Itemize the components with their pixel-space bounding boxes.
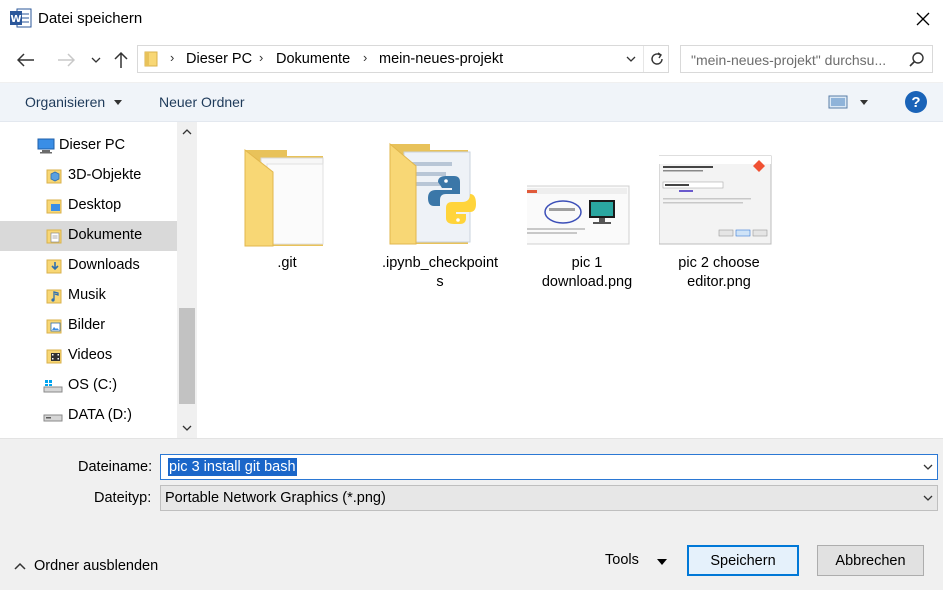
title-bar: W Datei speichern bbox=[0, 0, 943, 38]
arrow-right-icon[interactable] bbox=[53, 47, 79, 73]
sidebar-item-dieser-pc[interactable]: Dieser PC bbox=[0, 131, 177, 161]
sidebar-item-downloads[interactable]: Downloads bbox=[0, 251, 177, 281]
view-options-icon[interactable] bbox=[828, 94, 848, 110]
word-icon: W bbox=[10, 8, 32, 28]
image-thumbnail-icon bbox=[518, 142, 647, 252]
save-panel: Dateiname: pic 3 install git bash Dateit… bbox=[0, 438, 943, 590]
caret-down-icon[interactable] bbox=[114, 100, 122, 105]
address-bar[interactable]: › Dieser PC › Dokumente › mein-neues-pro… bbox=[137, 45, 669, 73]
sidebar-item-label: Desktop bbox=[68, 197, 122, 213]
search-icon[interactable] bbox=[908, 51, 926, 69]
drive-icon bbox=[43, 408, 63, 424]
chevron-down-icon[interactable] bbox=[624, 52, 638, 66]
breadcrumb-separator-icon[interactable]: › bbox=[363, 50, 367, 65]
downloads-folder-icon bbox=[46, 258, 64, 274]
sidebar-item-3d-objekte[interactable]: 3D-Objekte bbox=[0, 161, 177, 191]
navigation-pane: Dieser PC 3D-Objekte Desktop Dokumente D… bbox=[0, 122, 197, 438]
sidebar-item-os-c[interactable]: OS (C:) bbox=[0, 371, 177, 401]
chevron-down-icon[interactable] bbox=[921, 460, 935, 474]
documents-folder-icon bbox=[46, 228, 64, 244]
close-icon[interactable] bbox=[905, 4, 941, 34]
sidebar-item-label: Dokumente bbox=[68, 227, 143, 243]
scroll-up-icon[interactable] bbox=[177, 122, 197, 142]
filetype-select[interactable]: Portable Network Graphics (*.png) bbox=[160, 485, 938, 511]
breadcrumb-separator-icon[interactable]: › bbox=[259, 50, 263, 65]
caret-down-icon[interactable] bbox=[657, 559, 667, 565]
refresh-icon[interactable] bbox=[643, 46, 669, 72]
sidebar-item-label: DATA (D:) bbox=[68, 407, 132, 423]
3d-objects-icon bbox=[46, 168, 64, 184]
search-placeholder: "mein-neues-projekt" durchsu... bbox=[691, 52, 887, 68]
window-title: Datei speichern bbox=[38, 10, 143, 27]
filetype-value: Portable Network Graphics (*.png) bbox=[165, 490, 386, 506]
help-icon[interactable]: ? bbox=[905, 91, 927, 113]
arrow-up-icon[interactable] bbox=[108, 47, 134, 73]
breadcrumb-separator-icon: › bbox=[170, 50, 175, 65]
file-item-git[interactable]: .git bbox=[227, 122, 347, 282]
sidebar-item-dokumente[interactable]: Dokumente bbox=[0, 221, 177, 251]
sidebar-item-musik[interactable]: Musik bbox=[0, 281, 177, 311]
computer-icon bbox=[36, 138, 55, 154]
sidebar-item-label: Dieser PC bbox=[59, 137, 126, 153]
chevron-up-icon bbox=[14, 562, 26, 570]
folder-icon bbox=[227, 142, 347, 252]
chevron-down-icon[interactable] bbox=[921, 491, 935, 505]
file-name: .ipynb_checkpoints bbox=[381, 255, 499, 290]
cancel-button[interactable]: Abbrechen bbox=[817, 545, 924, 576]
sidebar-item-label: Downloads bbox=[68, 257, 140, 273]
videos-folder-icon bbox=[46, 348, 64, 364]
file-name: pic 2 choose editor.png bbox=[678, 255, 760, 290]
sidebar-item-label: Videos bbox=[68, 347, 113, 363]
file-item-ipynb-checkpoints[interactable]: .ipynb_checkpoints bbox=[380, 122, 500, 302]
music-folder-icon bbox=[46, 288, 64, 304]
python-folder-icon bbox=[380, 142, 500, 252]
tools-menu-button[interactable]: Tools bbox=[605, 552, 639, 568]
search-input[interactable]: "mein-neues-projekt" durchsu... bbox=[680, 45, 933, 73]
hide-folders-label: Ordner ausblenden bbox=[34, 558, 159, 574]
scroll-down-icon[interactable] bbox=[177, 418, 197, 438]
sidebar-item-label: 3D-Objekte bbox=[68, 167, 142, 183]
sidebar-item-label: Bilder bbox=[68, 317, 106, 333]
file-name: pic 1 download.png bbox=[541, 255, 633, 290]
desktop-folder-icon bbox=[46, 198, 64, 214]
sidebar-item-videos[interactable]: Videos bbox=[0, 341, 177, 371]
image-thumbnail-icon bbox=[658, 142, 779, 252]
file-name: .git bbox=[277, 255, 297, 271]
sidebar-item-label: OS (C:) bbox=[68, 377, 118, 393]
sidebar-item-label: Musik bbox=[68, 287, 106, 303]
filename-label: Dateiname: bbox=[78, 459, 153, 475]
filename-input[interactable]: pic 3 install git bash bbox=[160, 454, 938, 480]
scrollbar-thumb[interactable] bbox=[179, 308, 195, 404]
svg-text:W: W bbox=[10, 14, 21, 25]
organize-menu-button[interactable]: Organisieren bbox=[25, 94, 105, 110]
file-item-pic-2[interactable]: pic 2 choose editor.png bbox=[658, 122, 779, 302]
sidebar-item-bilder[interactable]: Bilder bbox=[0, 311, 177, 341]
filetype-label: Dateityp: bbox=[94, 490, 152, 506]
file-item-pic-1[interactable]: pic 1 download.png bbox=[518, 122, 647, 302]
command-bar: Organisieren Neuer Ordner ? bbox=[0, 82, 943, 122]
file-list: .git .ipynb_checkpoints pic 1 download.p… bbox=[197, 122, 943, 438]
filename-value[interactable]: pic 3 install git bash bbox=[168, 458, 297, 476]
save-button[interactable]: Speichern bbox=[687, 545, 799, 576]
breadcrumb-item[interactable]: Dieser PC bbox=[186, 51, 252, 67]
new-folder-button[interactable]: Neuer Ordner bbox=[159, 94, 245, 110]
pictures-folder-icon bbox=[46, 318, 64, 334]
breadcrumb-item[interactable]: Dokumente bbox=[276, 51, 350, 67]
breadcrumb-item[interactable]: mein-neues-projekt bbox=[379, 51, 503, 67]
sidebar-item-data-d[interactable]: DATA (D:) bbox=[0, 401, 177, 431]
folder-icon bbox=[144, 51, 158, 67]
windows-drive-icon bbox=[43, 378, 63, 394]
hide-folders-toggle[interactable]: Ordner ausblenden bbox=[14, 556, 158, 576]
chevron-down-icon[interactable] bbox=[83, 47, 109, 73]
arrow-left-icon[interactable] bbox=[13, 47, 39, 73]
sidebar-scrollbar[interactable] bbox=[177, 122, 197, 438]
caret-down-icon[interactable] bbox=[860, 100, 868, 105]
sidebar-item-desktop[interactable]: Desktop bbox=[0, 191, 177, 221]
